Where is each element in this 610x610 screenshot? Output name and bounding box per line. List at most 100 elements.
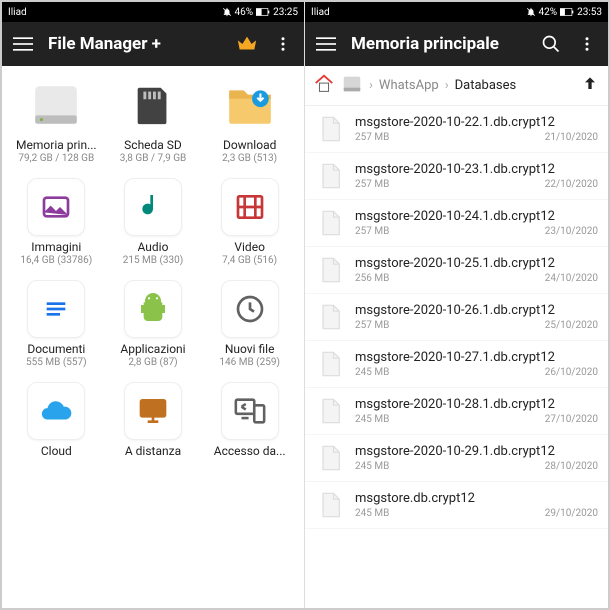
tile-label: Documenti: [27, 342, 85, 356]
tile-remote[interactable]: A distanza: [105, 382, 202, 484]
hamburger-icon[interactable]: [12, 34, 34, 54]
file-row[interactable]: msgstore-2020-10-25.1.db.crypt12 256 MB 24…: [305, 247, 608, 294]
file-name: msgstore-2020-10-23.1.db.crypt12: [355, 162, 598, 177]
file-row[interactable]: msgstore-2020-10-27.1.db.crypt12245 MB26…: [305, 341, 608, 388]
search-icon[interactable]: [540, 34, 562, 54]
tile-label: Immagini: [31, 240, 81, 254]
tile-sub: 7,4 GB (516): [222, 255, 277, 266]
file-date: 23/10/2020: [545, 226, 598, 237]
home-icon[interactable]: [313, 73, 335, 99]
tile-label: Memoria prin...: [16, 138, 97, 152]
file-size: 245 MB: [355, 367, 389, 378]
file-date: 24/10/2020: [545, 273, 598, 284]
file-size: 257 MB: [355, 179, 389, 190]
file-size: 245 MB: [355, 414, 389, 425]
file-size: 257 MB: [355, 226, 389, 237]
file-name: msgstore-2020-10-29.1.db.crypt12: [355, 444, 598, 459]
pane-databases: Iliad 42% 23:53 Memoria principale › Wha…: [305, 2, 608, 608]
tile-sub: 215 MB (330): [123, 255, 184, 266]
file-name: msgstore-2020-10-26.1.db.crypt12: [355, 303, 598, 318]
crumb-whatsapp[interactable]: WhatsApp: [379, 78, 439, 93]
mute-icon: [222, 7, 232, 17]
breadcrumb: › WhatsApp › Databases: [305, 66, 608, 106]
file-icon: [315, 161, 345, 191]
file-icon: [315, 255, 345, 285]
file-date: 21/10/2020: [545, 132, 598, 143]
tile-download[interactable]: Download 2,3 GB (513): [201, 76, 298, 178]
crumb-databases[interactable]: Databases: [455, 78, 517, 93]
tile-label: Accesso da...: [214, 444, 286, 458]
file-date: 27/10/2020: [545, 414, 598, 425]
file-date: 22/10/2020: [545, 179, 598, 190]
tile-sub: 2,3 GB (513): [222, 153, 277, 164]
tile-label: Download: [223, 138, 276, 152]
audio-icon: [124, 178, 182, 236]
file-icon: [315, 114, 345, 144]
status-bar: Iliad 42% 23:53: [305, 2, 608, 22]
up-icon[interactable]: [580, 74, 600, 98]
tile-video[interactable]: Video 7,4 GB (516): [201, 178, 298, 280]
crown-icon[interactable]: [236, 33, 258, 55]
tile-internal-storage[interactable]: Memoria prin... 79,2 GB / 128 GB: [8, 76, 105, 178]
file-icon: [315, 396, 345, 426]
chevron-right-icon: ›: [369, 78, 373, 93]
tile-apps[interactable]: Applicazioni 2,8 GB (87): [105, 280, 202, 382]
file-icon: [315, 208, 345, 238]
file-list[interactable]: msgstore-2020-10-22.1.db.crypt12257 MB21…: [305, 106, 608, 608]
file-icon: [315, 490, 345, 520]
tile-cloud[interactable]: Cloud: [8, 382, 105, 484]
toolbar-title: Memoria principale: [351, 34, 526, 54]
clock-icon: [221, 280, 279, 338]
images-icon: [27, 178, 85, 236]
file-size: 257 MB: [355, 132, 389, 143]
tile-new-files[interactable]: Nuovi file 146 MB (259): [201, 280, 298, 382]
hamburger-icon[interactable]: [315, 34, 337, 54]
time-label: 23:53: [577, 7, 602, 18]
mute-icon: [526, 7, 536, 17]
file-icon: [315, 302, 345, 332]
tile-label: A distanza: [125, 444, 181, 458]
tile-audio[interactable]: Audio 215 MB (330): [105, 178, 202, 280]
cloud-icon: [27, 382, 85, 440]
tile-images[interactable]: Immagini 16,4 GB (33786): [8, 178, 105, 280]
storage-crumb-icon[interactable]: [341, 73, 363, 99]
tile-sub: 3,8 GB / 7,9 GB: [120, 153, 187, 164]
file-size: 257 MB: [355, 320, 389, 331]
file-row[interactable]: msgstore.db.crypt12245 MB29/10/2020: [305, 482, 608, 529]
time-label: 23:25: [273, 7, 298, 18]
file-size: 245 MB: [355, 461, 389, 472]
more-icon[interactable]: [272, 35, 294, 53]
file-row[interactable]: msgstore-2020-10-29.1.db.crypt12 245 MB 28…: [305, 435, 608, 482]
sd-card-icon: [124, 76, 182, 134]
carrier-label: Iliad: [311, 7, 330, 18]
tile-sd-card[interactable]: Scheda SD 3,8 GB / 7,9 GB: [105, 76, 202, 178]
tile-label: Scheda SD: [124, 138, 182, 152]
file-date: 26/10/2020: [545, 367, 598, 378]
file-name: msgstore-2020-10-28.1.db.crypt12: [355, 397, 598, 412]
toolbar: Memoria principale: [305, 22, 608, 66]
file-name: msgstore-2020-10-24.1.db.crypt12: [355, 209, 598, 224]
download-folder-icon: [221, 76, 279, 134]
battery-label: 42%: [539, 7, 558, 18]
file-name: msgstore-2020-10-25.1.db.crypt12: [355, 256, 598, 271]
battery-icon: [256, 8, 270, 16]
tile-documents[interactable]: Documenti 555 MB (557): [8, 280, 105, 382]
documents-icon: [27, 280, 85, 338]
file-row[interactable]: msgstore-2020-10-28.1.db.crypt12 245 MB 27…: [305, 388, 608, 435]
tile-sub: 146 MB (259): [219, 357, 280, 368]
battery-label: 46%: [235, 7, 254, 18]
tile-label: Nuovi file: [225, 342, 275, 356]
file-size: 245 MB: [355, 508, 389, 519]
file-icon: [315, 349, 345, 379]
file-date: 28/10/2020: [545, 461, 598, 472]
file-row[interactable]: msgstore-2020-10-22.1.db.crypt12257 MB21…: [305, 106, 608, 153]
file-size: 256 MB: [355, 273, 389, 284]
more-icon[interactable]: [576, 35, 598, 53]
file-row[interactable]: msgstore-2020-10-24.1.db.crypt12 257 MB 23…: [305, 200, 608, 247]
tile-label: Cloud: [41, 444, 72, 458]
file-row[interactable]: msgstore-2020-10-26.1.db.crypt12257 MB25…: [305, 294, 608, 341]
tile-access-from[interactable]: Accesso da...: [201, 382, 298, 484]
file-row[interactable]: msgstore-2020-10-23.1.db.crypt12 257 MB 22…: [305, 153, 608, 200]
android-icon: [124, 280, 182, 338]
video-icon: [221, 178, 279, 236]
